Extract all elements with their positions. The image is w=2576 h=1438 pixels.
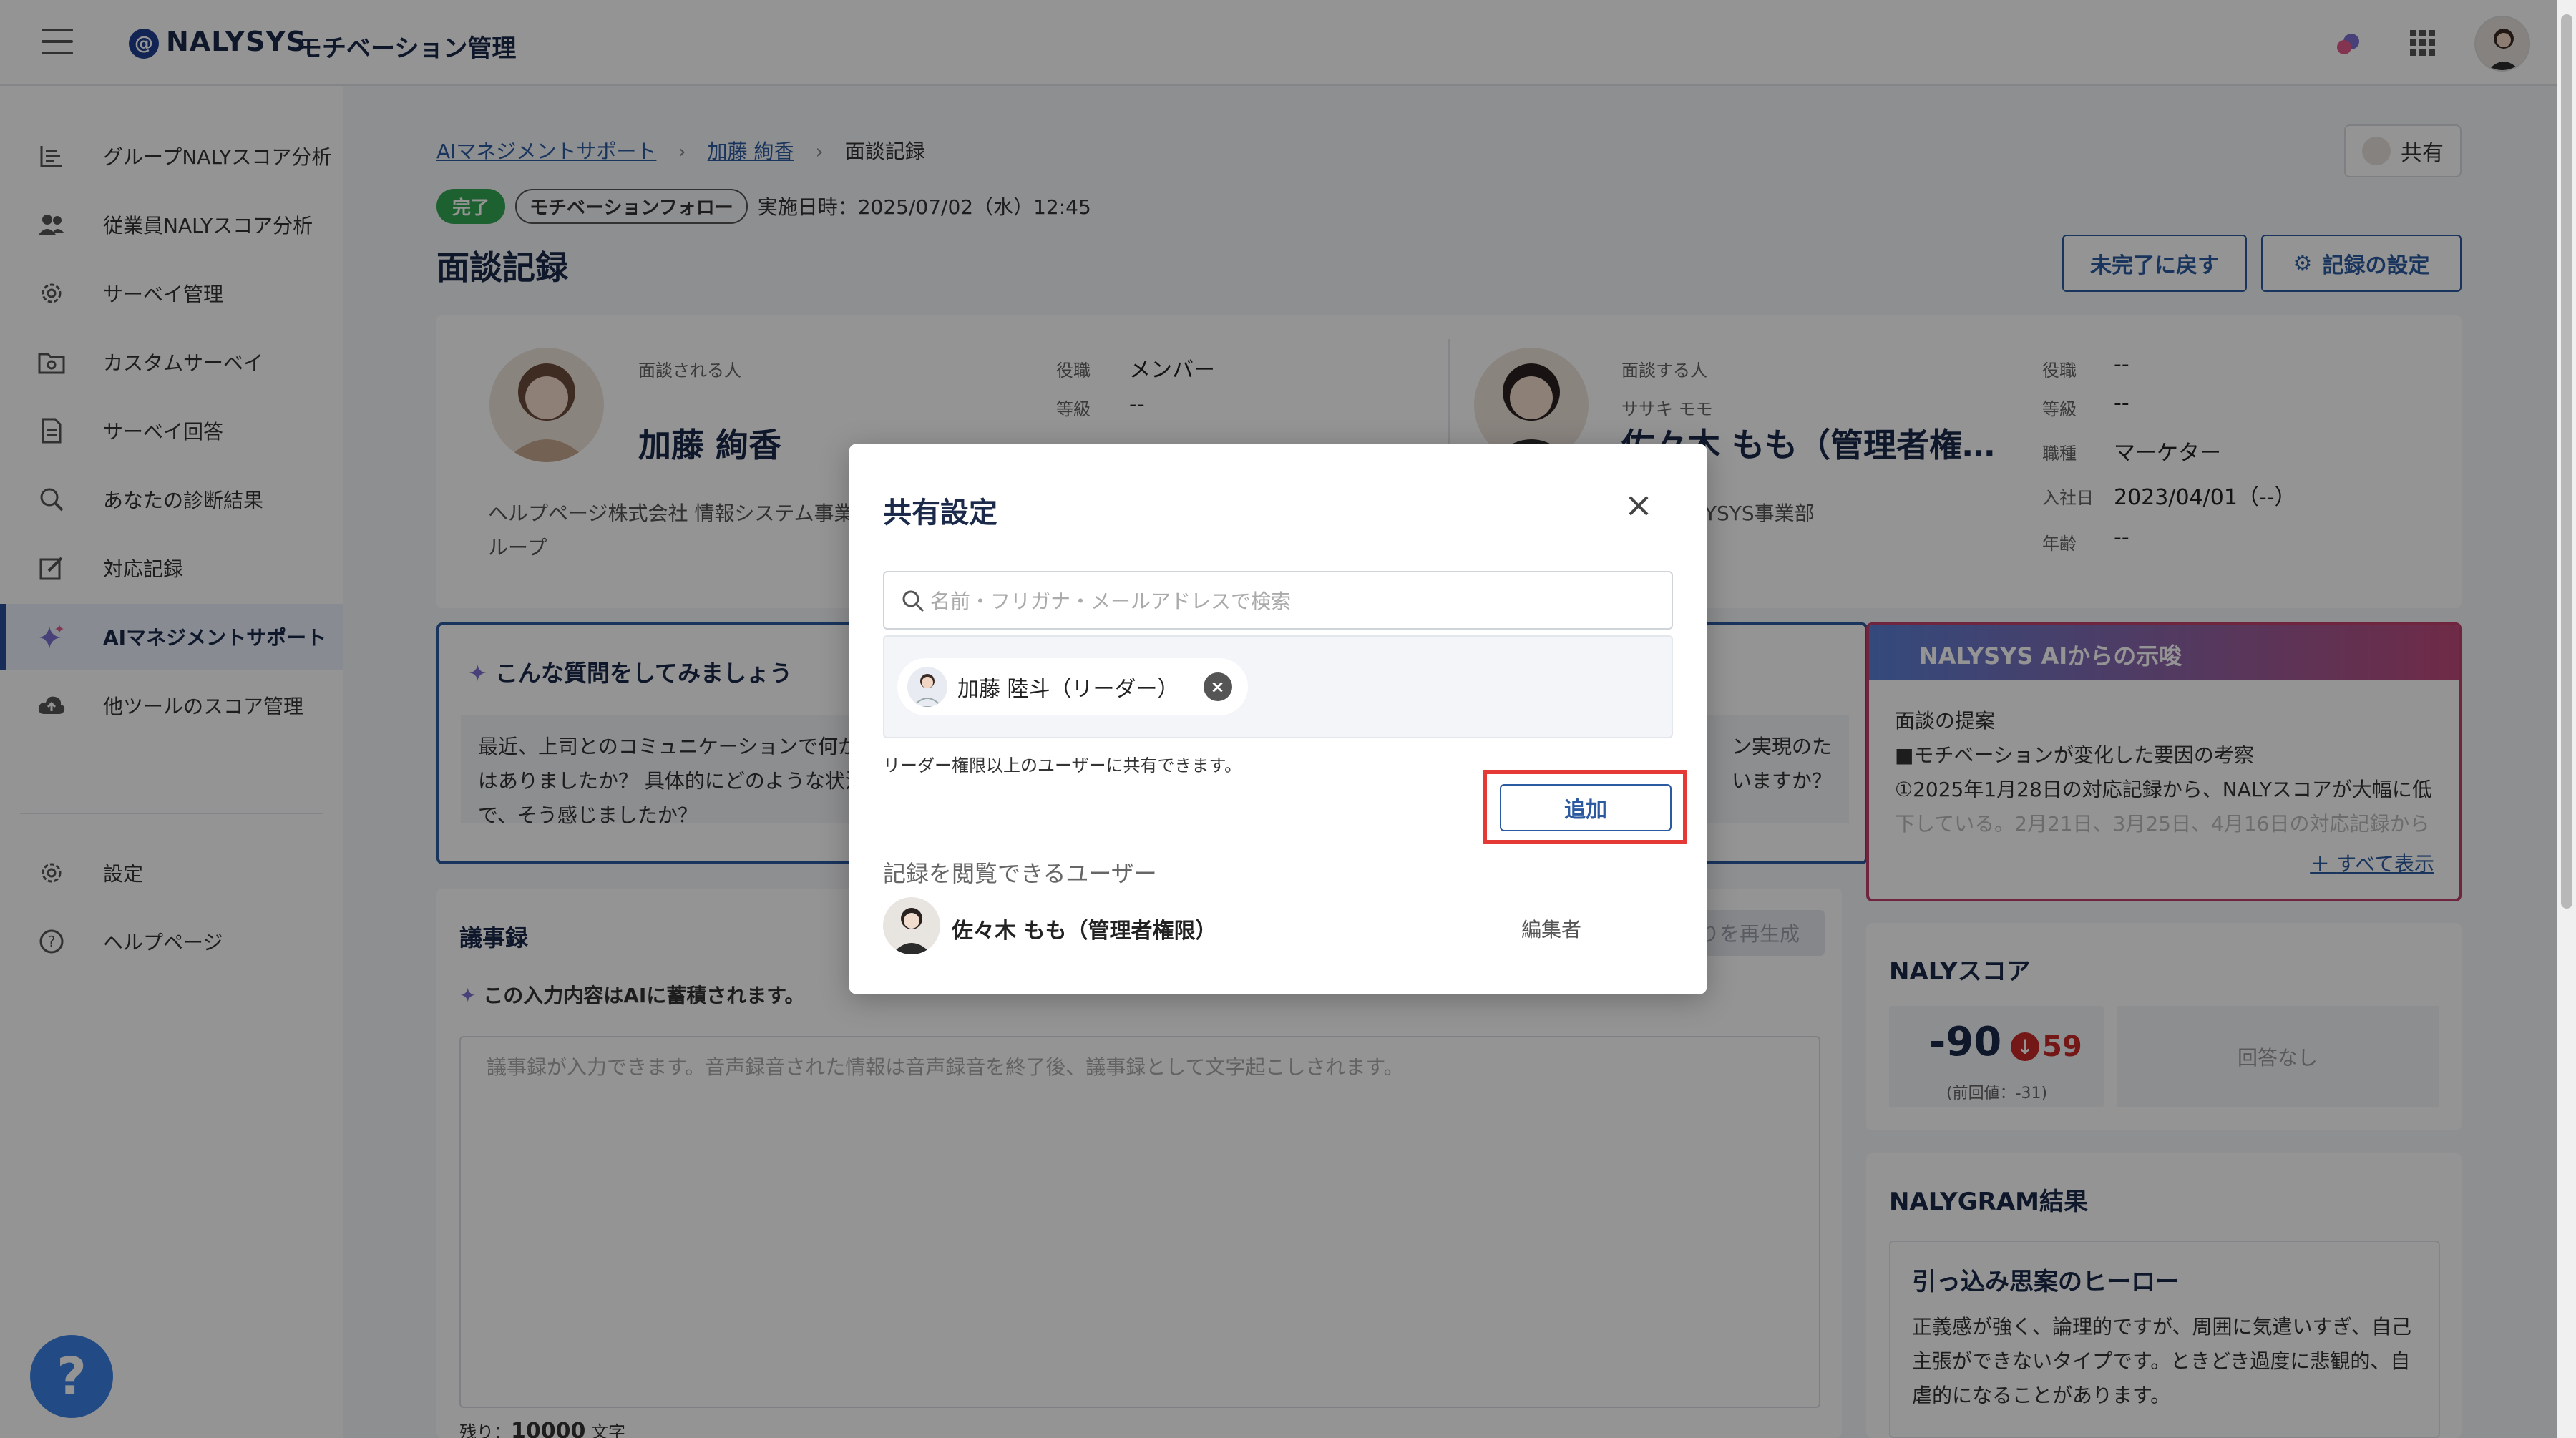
modal-title: 共有設定 [883, 497, 997, 529]
share-note: リーダー権限以上のユーザーに共有できます。 [883, 755, 1242, 776]
selected-users-area: 加藤 陸斗（リーダー） × [883, 635, 1673, 738]
user-search-field[interactable] [883, 571, 1673, 630]
share-settings-modal: 共有設定 × 加藤 陸斗（リーダー） × リーダー権限以上のユーザーに共有できま… [849, 444, 1707, 994]
scrollbar-thumb[interactable] [2561, 14, 2572, 909]
remove-chip-icon[interactable]: × [1203, 672, 1232, 701]
viewer-name: 佐々木 もも（管理者権限） [952, 919, 1217, 944]
viewers-label: 記録を閲覧できるユーザー [883, 860, 1157, 887]
chip-name: 加藤 陸斗（リーダー） [957, 677, 1179, 702]
user-search-input[interactable] [930, 582, 1660, 620]
add-button[interactable]: 追加 [1500, 784, 1672, 831]
page-scrollbar[interactable] [2557, 0, 2576, 1438]
chip-avatar [907, 667, 947, 707]
selected-user-chip: 加藤 陸斗（リーダー） × [897, 658, 1248, 715]
viewer-role[interactable]: 編集者 [1521, 914, 1581, 943]
viewer-avatar [883, 897, 940, 954]
search-icon [902, 590, 924, 612]
close-icon[interactable]: × [1621, 488, 1656, 522]
